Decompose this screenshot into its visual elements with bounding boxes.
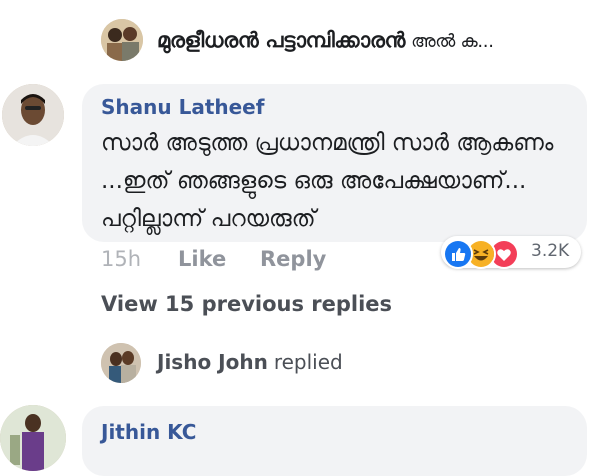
avatar[interactable]	[2, 84, 64, 146]
reactions-summary[interactable]: 3.2K	[441, 236, 581, 269]
avatar-image	[101, 343, 141, 383]
reply-button[interactable]: Reply	[260, 247, 326, 271]
avatar[interactable]	[101, 343, 141, 383]
comment-author-name[interactable]: Shanu Latheef	[101, 95, 264, 119]
avatar-image	[0, 405, 66, 471]
avatar[interactable]	[0, 405, 66, 471]
avatar-image	[101, 19, 143, 61]
like-icon	[443, 239, 473, 269]
reaction-count: 3.2K	[531, 241, 570, 261]
avatar-image	[2, 84, 64, 146]
comment-author-name[interactable]: Jithin KC	[101, 420, 196, 444]
replier-name[interactable]: Jisho John	[157, 350, 268, 374]
reply-author-name[interactable]: മുരളീധരൻ പട്ടാമ്പിക്കാരൻ	[157, 28, 405, 52]
view-previous-replies-link[interactable]: View 15 previous replies	[101, 292, 392, 316]
reply-summary[interactable]: മുരളീധരൻ പട്ടാമ്പിക്കാരൻ അൽ ക...	[0, 0, 600, 80]
comment-text: സാർ അടുത്ത പ്രധാനമന്ത്രി സാർ ആകണം ...ഇത്…	[101, 130, 554, 232]
like-button[interactable]: Like	[178, 247, 226, 271]
replied-label: replied	[273, 350, 343, 374]
avatar[interactable]	[101, 19, 143, 61]
reply-preview-text: അൽ ക...	[411, 31, 494, 52]
comment-timestamp[interactable]: 15h	[101, 247, 141, 271]
